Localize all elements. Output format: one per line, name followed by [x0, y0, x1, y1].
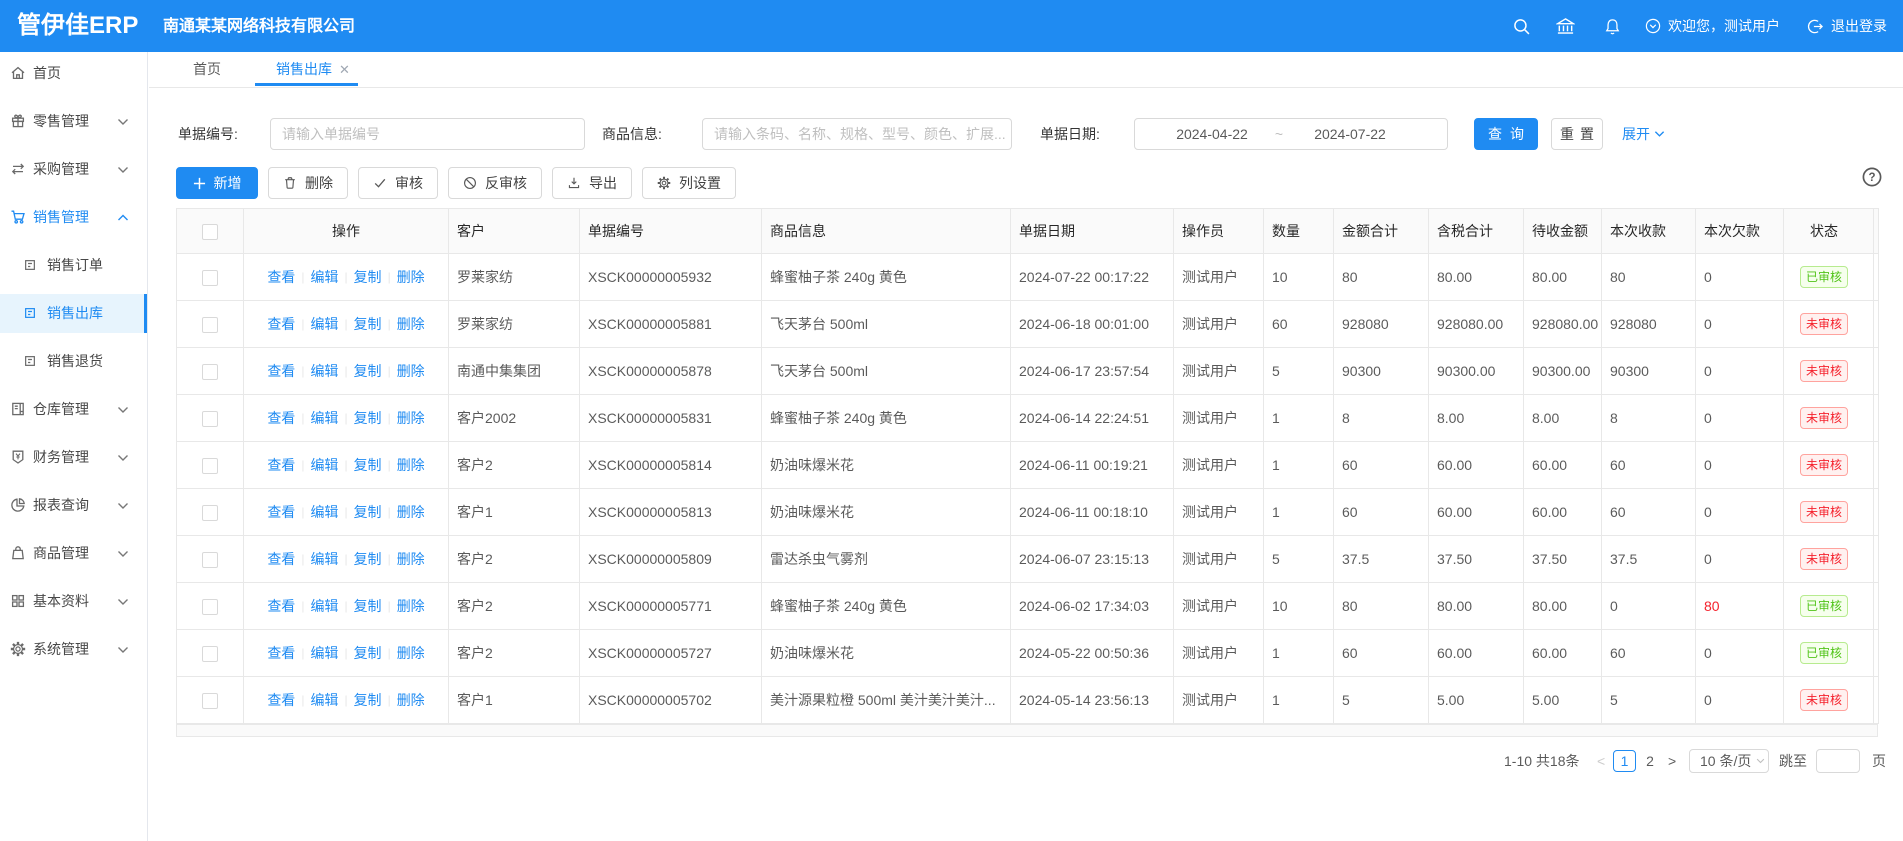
- svg-text:?: ?: [1868, 172, 1875, 184]
